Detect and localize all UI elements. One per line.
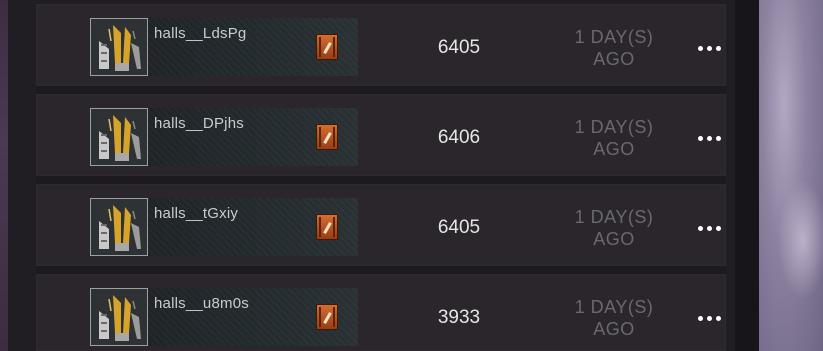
item-name: halls__DPjhs xyxy=(154,115,244,132)
claw-weapon-icon xyxy=(90,18,148,76)
more-options-button[interactable] xyxy=(694,308,724,328)
row-divider xyxy=(36,86,726,94)
score-value: 6405 xyxy=(437,217,481,238)
more-options-button[interactable] xyxy=(694,128,724,148)
more-options-icon xyxy=(697,135,703,141)
time-ago: 1 DAY(S) AGO xyxy=(556,206,672,250)
time-ago-line1: 1 DAY(S) xyxy=(574,117,654,137)
more-options-button[interactable] xyxy=(694,38,724,58)
time-ago-line1: 1 DAY(S) xyxy=(574,207,654,227)
item-name: halls__u8m0s xyxy=(154,295,249,312)
time-ago: 1 DAY(S) AGO xyxy=(556,116,672,160)
score-value: 6405 xyxy=(437,37,481,58)
claw-weapon-icon xyxy=(90,288,148,346)
rank-badge-icon xyxy=(316,214,338,240)
more-options-button[interactable] xyxy=(694,218,724,238)
item-card[interactable]: halls__u8m0s xyxy=(90,288,358,346)
leaderboard-row[interactable]: halls__LdsPg 6405 1 DAY(S) AGO xyxy=(36,4,726,86)
leaderboard-row[interactable]: halls__DPjhs 6406 1 DAY(S) AGO xyxy=(36,94,726,176)
claw-weapon-icon xyxy=(90,198,148,256)
more-options-icon xyxy=(697,225,703,231)
time-ago-line2: AGO xyxy=(593,139,635,159)
rank-badge-icon xyxy=(316,34,338,60)
more-options-icon xyxy=(697,315,703,321)
item-card[interactable]: halls__tGxiy xyxy=(90,198,358,256)
item-name: halls__tGxiy xyxy=(154,205,239,222)
leaderboard-panel: halls__LdsPg 6405 1 DAY(S) AGO halls__DP… xyxy=(8,0,759,351)
time-ago-line1: 1 DAY(S) xyxy=(574,27,654,47)
background-right-scene xyxy=(758,0,823,351)
item-card[interactable]: halls__DPjhs xyxy=(90,108,358,166)
item-card[interactable]: halls__LdsPg xyxy=(90,18,358,76)
time-ago: 1 DAY(S) AGO xyxy=(556,26,672,70)
row-divider xyxy=(36,266,726,274)
time-ago-line2: AGO xyxy=(593,319,635,339)
score-value: 6406 xyxy=(437,127,481,148)
row-divider xyxy=(36,176,726,184)
time-ago: 1 DAY(S) AGO xyxy=(556,296,672,340)
rank-badge-icon xyxy=(316,304,338,330)
leaderboard-row[interactable]: halls__tGxiy 6405 1 DAY(S) AGO xyxy=(36,184,726,266)
time-ago-line2: AGO xyxy=(593,49,635,69)
more-options-icon xyxy=(697,45,703,51)
scrollbar-track[interactable] xyxy=(735,0,759,351)
time-ago-line1: 1 DAY(S) xyxy=(574,297,654,317)
leaderboard-row[interactable]: halls__u8m0s 3933 1 DAY(S) AGO xyxy=(36,274,726,351)
time-ago-line2: AGO xyxy=(593,229,635,249)
rank-badge-icon xyxy=(316,124,338,150)
claw-weapon-icon xyxy=(90,108,148,166)
item-name: halls__LdsPg xyxy=(154,25,247,42)
background-left-edge xyxy=(0,0,8,351)
score-value: 3933 xyxy=(437,307,481,328)
